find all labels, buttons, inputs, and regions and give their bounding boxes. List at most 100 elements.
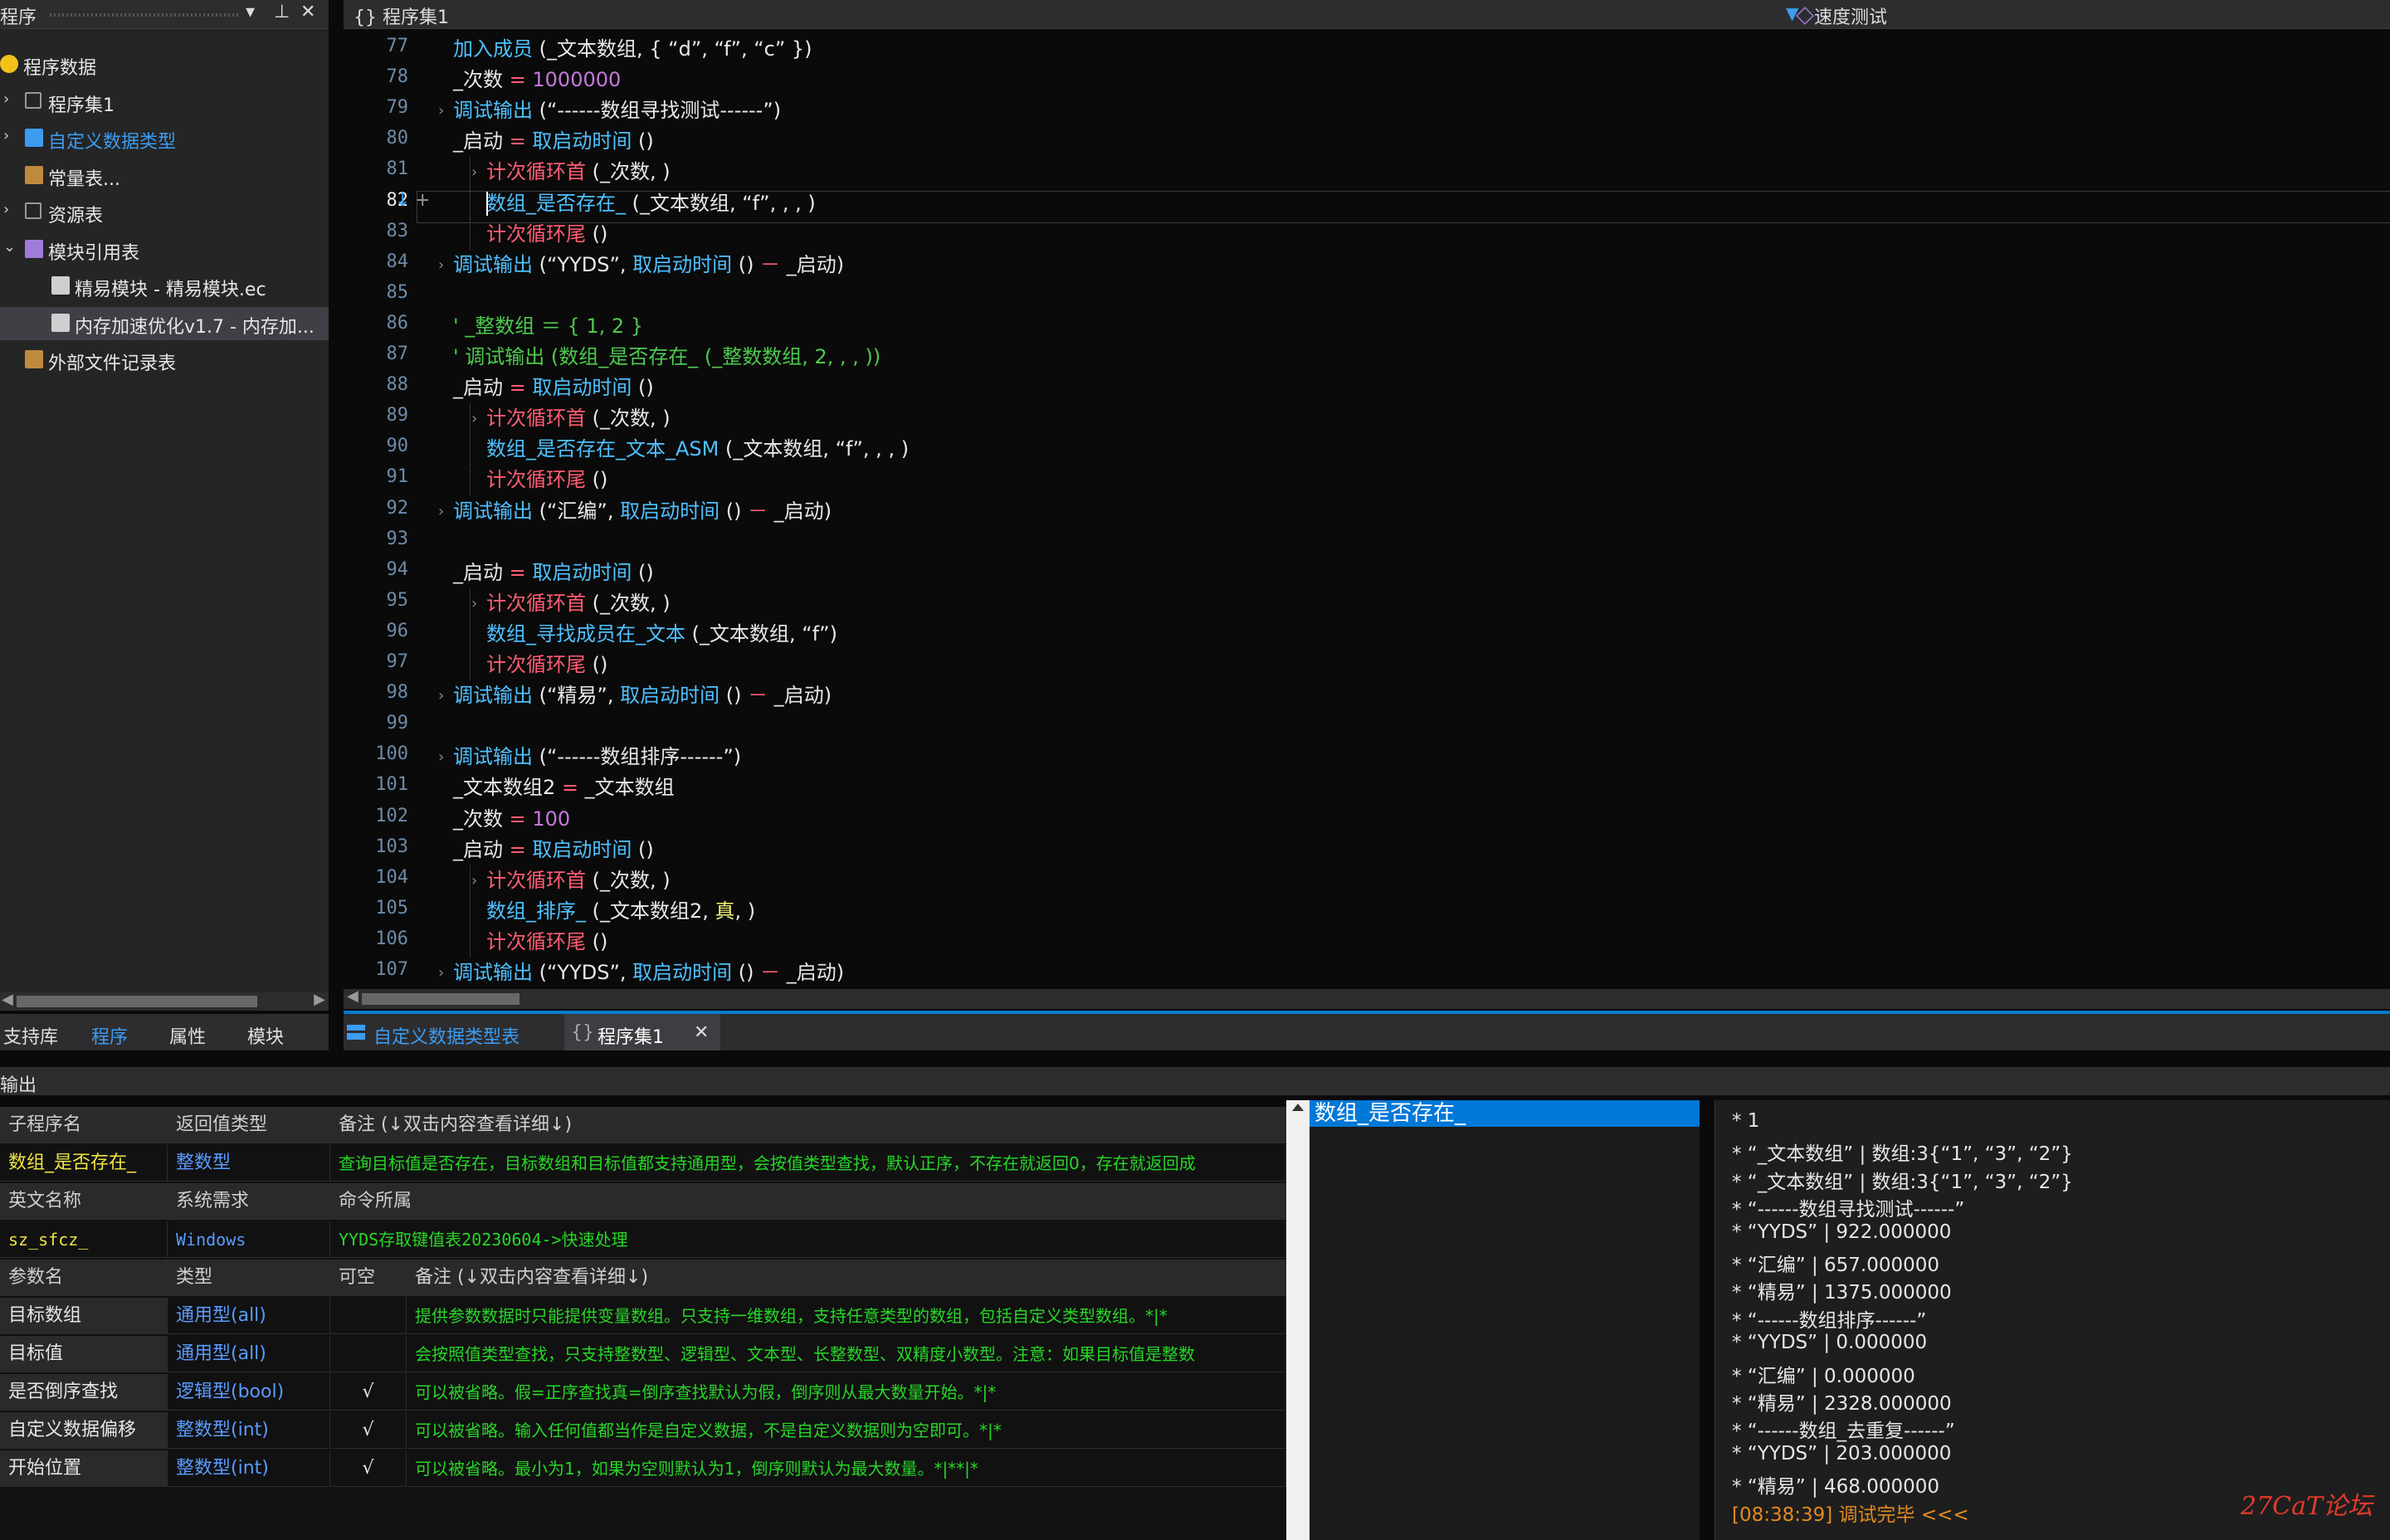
subroutine-remark[interactable]: 查询目标值是否存在，目标数组和目标值都支持通用型，会按值类型查找，默认正序，不存… <box>330 1145 1286 1182</box>
code-line[interactable]: 计次循环首 (_次数, ) <box>486 865 671 896</box>
param-type[interactable]: 通用型(all) <box>168 1298 330 1334</box>
chevron-down-icon[interactable]: ▼ <box>1786 3 1798 23</box>
code-line[interactable]: ' 调试输出 (数组_是否存在_ (_整数数组, 2, , , )) <box>453 342 880 373</box>
tree-item[interactable]: › 自定义数据类型 <box>0 122 329 155</box>
param-name[interactable]: 开始位置 <box>0 1450 168 1487</box>
command-owner[interactable]: YYDS存取键值表20230604->快速处理 <box>330 1221 1286 1258</box>
debug-output-panel[interactable]: * 1 * “_文本数组” | 数组:3{“1”, “3”, “2”} * “_文本… <box>1714 1100 2390 1540</box>
param-nullable[interactable] <box>330 1336 407 1372</box>
pin-icon[interactable]: ⊥ <box>274 2 290 22</box>
code-line[interactable]: 加入成员 (_文本数组, { “d”, “f”, “c” }) <box>453 34 812 65</box>
subroutine-name[interactable]: 数组_是否存在_ <box>0 1145 168 1182</box>
code-line[interactable]: 计次循环尾 () <box>486 219 607 250</box>
code-line[interactable]: _次数 = 1000000 <box>453 65 621 95</box>
scroll-left-icon[interactable]: ◀ <box>2 991 13 1008</box>
param-type[interactable]: 通用型(all) <box>168 1336 330 1372</box>
param-type[interactable]: 整数型(int) <box>168 1412 330 1449</box>
fold-toggle-icon[interactable]: › <box>471 163 477 181</box>
code-line[interactable]: 调试输出 (“YYDS”, 取启动时间 () － _启动) <box>453 250 844 280</box>
tab-program[interactable]: 程序 <box>91 1022 128 1049</box>
suggestion-item[interactable]: 数组_是否存在_ <box>1310 1100 1700 1127</box>
code-line[interactable]: _文本数组2 = _文本数组 <box>453 772 675 803</box>
fold-toggle-icon[interactable]: › <box>438 964 444 982</box>
suggestion-list[interactable]: 数组_是否存在_ <box>1310 1100 1700 1540</box>
param-remark[interactable]: 提供参数数据时只能提供变量数组。只支持一维数组，支持任意类型的数组，包括自定义类… <box>407 1298 1286 1334</box>
tab-modules[interactable]: 模块 <box>247 1022 284 1049</box>
code-line[interactable]: 计次循环首 (_次数, ) <box>486 157 671 188</box>
editor-hscrollbar[interactable]: ◀ <box>344 987 2390 1009</box>
fold-toggle-icon[interactable]: › <box>438 748 444 766</box>
code-line[interactable]: 调试输出 (“------数组排序------”) <box>453 742 741 772</box>
param-name[interactable]: 自定义数据偏移 <box>0 1412 168 1449</box>
tree-item[interactable]: 程序数据 <box>0 48 329 81</box>
code-line[interactable]: ' _整数组 ＝ { 1, 2 } <box>453 311 643 342</box>
code-line[interactable]: 数组_排序_ (_文本数组2, 真, ) <box>486 896 755 927</box>
subroutine-selector[interactable]: 速度测试 <box>1814 2 1887 29</box>
scroll-thumb[interactable] <box>17 996 257 1007</box>
code-line[interactable]: 计次循环首 (_次数, ) <box>486 588 671 619</box>
code-line[interactable]: 计次循环首 (_次数, ) <box>486 403 671 434</box>
param-name[interactable]: 目标值 <box>0 1336 168 1372</box>
tree-item[interactable]: 内存加速优化v1.7 - 内存加... <box>0 306 329 340</box>
param-name[interactable]: 目标数组 <box>0 1298 168 1334</box>
chevron-icon[interactable]: ⌄ <box>3 238 16 256</box>
chevron-icon[interactable]: › <box>3 127 9 144</box>
param-remark[interactable]: 可以被省略。假=正序查找真=倒序查找默认为假，倒序则从最大数量开始。*|* <box>407 1374 1286 1411</box>
code-line[interactable]: 调试输出 (“------数组寻找测试------”) <box>453 95 781 126</box>
fold-toggle-icon[interactable]: › <box>471 410 477 427</box>
tree-item[interactable]: › 资源表 <box>0 196 329 229</box>
param-nullable[interactable]: √ <box>330 1374 407 1411</box>
fold-toggle-icon[interactable]: › <box>438 102 444 119</box>
english-name[interactable]: sz_sfcz_ <box>0 1221 168 1258</box>
code-line[interactable]: 计次循环尾 () <box>486 650 607 680</box>
tab-properties[interactable]: 属性 <box>169 1022 206 1049</box>
param-remark[interactable]: 可以被省略。输入任何值都当作是自定义数据，不是自定义数据则为空即可。*|* <box>407 1412 1286 1449</box>
scroll-right-icon[interactable]: ▶ <box>314 991 325 1008</box>
code-line[interactable]: 调试输出 (“精易”, 取启动时间 () － _启动) <box>453 680 832 711</box>
tab-assembly-1[interactable]: {} 程序集1 ✕ <box>564 1014 720 1050</box>
code-line[interactable]: 数组_寻找成员在_文本 (_文本数组, “f”) <box>486 619 837 650</box>
fold-toggle-icon[interactable]: › <box>438 256 444 274</box>
param-nullable[interactable]: √ <box>330 1412 407 1449</box>
scroll-thumb[interactable] <box>362 993 519 1005</box>
fold-toggle-icon[interactable]: › <box>471 595 477 612</box>
code-line[interactable]: _启动 = 取启动时间 () <box>453 835 654 865</box>
fold-toggle-icon[interactable]: › <box>471 872 477 889</box>
tree-item[interactable]: 常量表... <box>0 159 329 192</box>
chevron-down-icon[interactable]: ▾ <box>246 2 255 22</box>
scroll-left-icon[interactable]: ◀ <box>347 987 358 1005</box>
chevron-icon[interactable]: › <box>3 90 9 108</box>
system-requirement[interactable]: Windows <box>168 1221 330 1258</box>
code-line[interactable]: _启动 = 取启动时间 () <box>453 126 654 157</box>
code-line[interactable]: 调试输出 (“YYDS”, 取启动时间 () － _启动) <box>453 958 844 988</box>
code-line[interactable]: _次数 = 100 <box>453 804 570 835</box>
fold-toggle-icon[interactable]: › <box>438 503 444 520</box>
tree-item[interactable]: › 程序集1 <box>0 85 329 119</box>
assembly-selector[interactable]: {} 程序集1 <box>354 2 449 29</box>
code-line[interactable]: 数组_是否存在_ (_文本数组, “f”, , , ) <box>486 188 816 219</box>
tree-item[interactable]: ⌄ 模块引用表 <box>0 233 329 266</box>
code-line[interactable]: 计次循环尾 () <box>486 927 607 958</box>
param-type[interactable]: 逻辑型(bool) <box>168 1374 330 1411</box>
param-type[interactable]: 整数型(int) <box>168 1450 330 1487</box>
param-nullable[interactable]: √ <box>330 1450 407 1487</box>
code-line[interactable]: 调试输出 (“汇编”, 取启动时间 () － _启动) <box>453 496 832 527</box>
fold-toggle-icon[interactable]: › <box>438 687 444 704</box>
param-nullable[interactable] <box>330 1298 407 1334</box>
tree-item[interactable]: 外部文件记录表 <box>0 344 329 377</box>
tab-support-library[interactable]: 支持库 <box>3 1022 58 1049</box>
code-line[interactable]: 计次循环尾 () <box>486 465 607 495</box>
code-editor[interactable]: 77 78 79 80 81 82 83 84 85 86 87 88 89 90 91 92 93 94 95 96… <box>344 29 2390 988</box>
return-type[interactable]: 整数型 <box>168 1145 330 1182</box>
code-line[interactable]: _启动 = 取启动时间 () <box>453 558 654 588</box>
left-panel-hscrollbar[interactable]: ◀ ▶ <box>0 991 329 1011</box>
param-remark[interactable]: 可以被省略。最小为1，如果为空则默认为1，倒序则默认为最大数量。*|**|* <box>407 1450 1286 1487</box>
close-icon[interactable]: ✕ <box>300 2 315 22</box>
chevron-icon[interactable]: › <box>3 201 9 218</box>
param-name[interactable]: 是否倒序查找 <box>0 1374 168 1411</box>
code-line[interactable]: 数组_是否存在_文本_ASM (_文本数组, “f”, , , ) <box>486 434 909 465</box>
tab-custom-types[interactable]: 自定义数据类型表 <box>344 1014 559 1050</box>
close-icon[interactable]: ✕ <box>694 1022 709 1043</box>
insert-line-icon[interactable]: + <box>415 190 430 211</box>
code-line[interactable]: _启动 = 取启动时间 () <box>453 373 654 403</box>
